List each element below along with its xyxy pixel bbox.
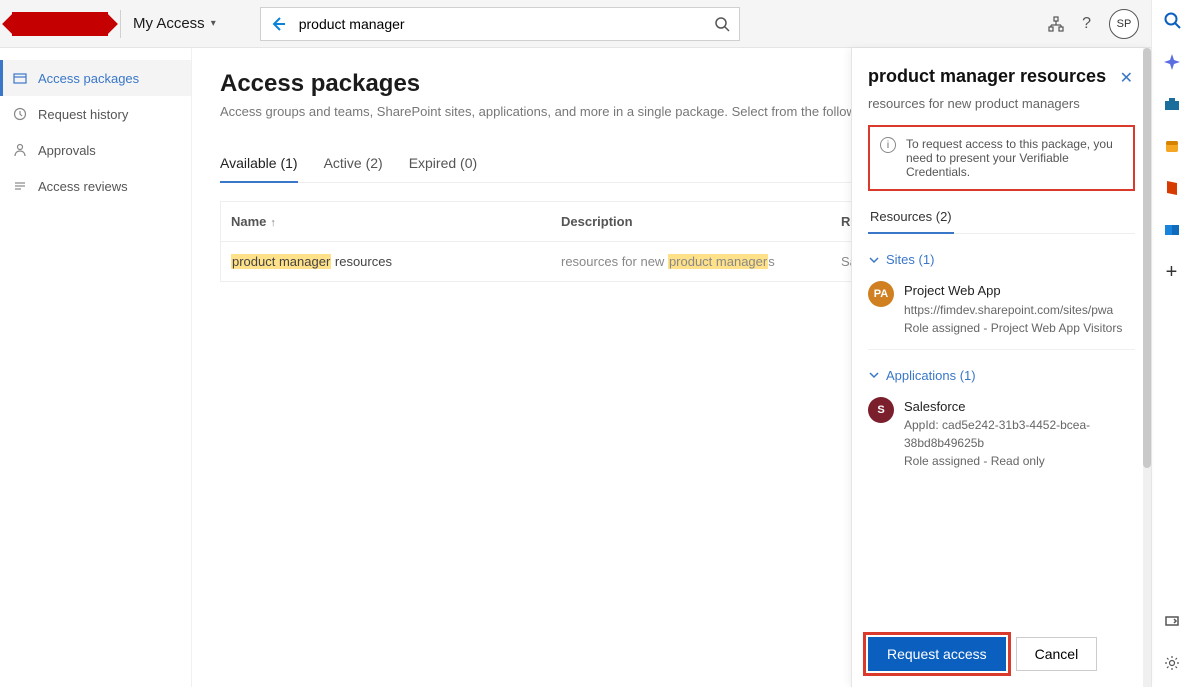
group-applications: Applications (1) S Salesforce AppId: cad… — [868, 362, 1135, 483]
search-icon[interactable] — [705, 8, 739, 40]
col-description-header[interactable]: Description — [561, 214, 841, 229]
search-icon[interactable] — [1160, 8, 1184, 32]
content: Access packages Access groups and teams,… — [192, 48, 1151, 687]
app-name-label: My Access — [133, 15, 205, 32]
request-access-button[interactable]: Request access — [868, 637, 1006, 671]
nav-request-history[interactable]: Request history — [0, 96, 191, 132]
resource-site-item[interactable]: PA Project Web App https://fimdev.sharep… — [868, 273, 1135, 350]
col-name-header[interactable]: Name ↑ — [231, 214, 561, 229]
panel-title: product manager resources — [868, 66, 1106, 87]
cell-description: resources for new product managers — [561, 254, 841, 269]
org-logo — [12, 12, 108, 36]
nav-label: Approvals — [38, 143, 96, 158]
search-input[interactable] — [295, 8, 705, 40]
chevron-down-icon — [868, 254, 880, 266]
resource-app-item[interactable]: S Salesforce AppId: cad5e242-31b3-4452-b… — [868, 389, 1135, 483]
close-icon[interactable]: ✕ — [1118, 66, 1135, 90]
search-highlight: product manager — [231, 254, 331, 269]
group-sites-label: Sites (1) — [886, 252, 934, 267]
group-sites: Sites (1) PA Project Web App https://fim… — [868, 246, 1135, 350]
org-icon[interactable] — [1048, 16, 1064, 32]
notice-text: To request access to this package, you n… — [906, 137, 1123, 179]
add-icon[interactable]: + — [1160, 260, 1184, 284]
divider — [120, 10, 121, 38]
tab-available[interactable]: Available (1) — [220, 147, 298, 183]
panel-scrollbar[interactable] — [1143, 48, 1151, 687]
cell-name: product manager resources — [231, 254, 561, 269]
app-avatar: S — [868, 397, 894, 423]
shopping-icon[interactable] — [1160, 134, 1184, 158]
chevron-down-icon — [868, 369, 880, 381]
cancel-button[interactable]: Cancel — [1016, 637, 1098, 671]
panel-tabs: Resources (2) — [868, 201, 1135, 234]
sort-asc-icon: ↑ — [270, 217, 276, 229]
left-nav: Access packages Request history Approval… — [0, 48, 192, 687]
app-switcher[interactable]: My Access ▾ — [133, 15, 216, 32]
resource-url: https://fimdev.sharepoint.com/sites/pwa — [904, 301, 1122, 319]
outlook-icon[interactable] — [1160, 218, 1184, 242]
search-box[interactable] — [260, 7, 740, 41]
nav-label: Request history — [38, 107, 128, 122]
reviews-icon — [12, 178, 28, 194]
site-avatar: PA — [868, 281, 894, 307]
expand-icon[interactable] — [1160, 609, 1184, 633]
verifiable-credentials-notice: i To request access to this package, you… — [868, 125, 1135, 191]
sparkle-icon[interactable] — [1160, 50, 1184, 74]
tab-expired[interactable]: Expired (0) — [409, 147, 477, 182]
panel-tab-resources[interactable]: Resources (2) — [868, 201, 954, 234]
col-name-label: Name — [231, 214, 266, 229]
resource-role: Role assigned - Project Web App Visitors — [904, 319, 1122, 337]
help-icon[interactable]: ? — [1082, 15, 1091, 33]
chevron-down-icon: ▾ — [211, 18, 216, 29]
group-apps-label: Applications (1) — [886, 368, 976, 383]
panel-footer: Request access Cancel — [852, 625, 1151, 687]
search-highlight: product manager — [668, 254, 768, 269]
app-bar: My Access ▾ ? SP — [0, 0, 1151, 48]
info-icon: i — [880, 137, 896, 153]
panel-subtitle: resources for new product managers — [868, 96, 1135, 111]
details-panel: product manager resources ✕ resources fo… — [851, 48, 1151, 687]
package-icon — [12, 70, 28, 86]
nav-access-packages[interactable]: Access packages — [0, 60, 191, 96]
group-sites-toggle[interactable]: Sites (1) — [868, 246, 1135, 273]
cell-desc-post: s — [768, 254, 775, 269]
approvals-icon — [12, 142, 28, 158]
cell-name-rest: resources — [331, 254, 392, 269]
cell-desc-pre: resources for new — [561, 254, 668, 269]
nav-label: Access packages — [38, 71, 139, 86]
settings-icon[interactable] — [1160, 651, 1184, 675]
nav-approvals[interactable]: Approvals — [0, 132, 191, 168]
back-icon[interactable] — [261, 8, 295, 40]
nav-label: Access reviews — [38, 179, 128, 194]
resource-name: Salesforce — [904, 397, 1135, 417]
resource-role: Role assigned - Read only — [904, 452, 1135, 470]
nav-access-reviews[interactable]: Access reviews — [0, 168, 191, 204]
tab-active[interactable]: Active (2) — [324, 147, 383, 182]
office-icon[interactable] — [1160, 176, 1184, 200]
side-rail: + — [1151, 0, 1191, 687]
user-avatar[interactable]: SP — [1109, 9, 1139, 39]
resource-appid: AppId: cad5e242-31b3-4452-bcea-38bd8b496… — [904, 416, 1135, 452]
group-apps-toggle[interactable]: Applications (1) — [868, 362, 1135, 389]
resource-name: Project Web App — [904, 281, 1122, 301]
history-icon — [12, 106, 28, 122]
briefcase-icon[interactable] — [1160, 92, 1184, 116]
